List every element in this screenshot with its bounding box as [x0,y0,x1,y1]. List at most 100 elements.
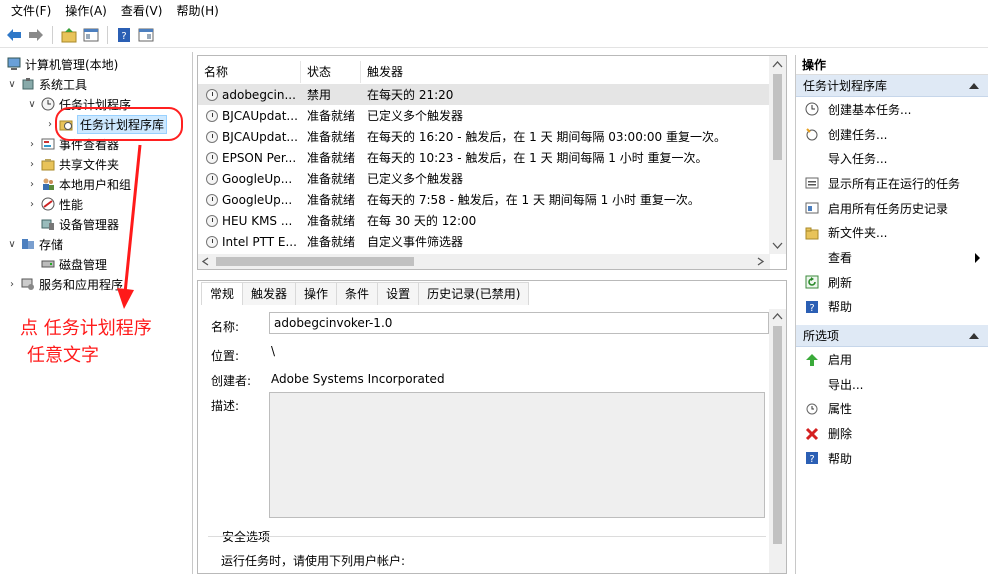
help-icon: ? [804,450,820,466]
chevron-right-icon[interactable]: › [26,199,38,210]
detail-vertical-scrollbar[interactable] [769,309,786,573]
task-name: BJCAUpdat... [222,108,298,123]
task-detail-pane: 常规 触发器 操作 条件 设置 历史记录(已禁用) 名称: adobegcinv… [197,280,787,574]
task-trigger: 在每天的 7:58 - 触发后，在 1 天 期间每隔 1 小时 重复一次。 [367,193,700,207]
export-icon [804,376,820,392]
task-name: Intel PTT E... [222,234,297,249]
description-field[interactable] [269,392,765,518]
action-delete[interactable]: 删除 [796,421,988,446]
action-new-folder[interactable]: 新文件夹... [796,220,988,245]
task-list-header: 名称 状态 触发器 [198,61,770,83]
annotation-text-2: 任意文字 [27,345,99,366]
action-view[interactable]: 查看 [796,245,988,270]
menu-action[interactable]: 操作(A) [58,0,114,22]
toolbar: ? [0,22,988,48]
column-trigger[interactable]: 触发器 [361,61,770,83]
action-enable[interactable]: 启用 [796,347,988,372]
task-status: 准备就绪 [307,151,356,165]
menu-file[interactable]: 文件(F) [4,0,58,22]
action-help-selected[interactable]: ? 帮助 [796,446,988,471]
tab-conditions[interactable]: 条件 [336,282,379,305]
column-status[interactable]: 状态 [301,61,361,83]
table-row[interactable]: HEU KMS ... 准备就绪 在每 30 天的 12:00 [198,210,770,231]
submenu-arrow-icon [975,253,980,264]
task-list-vertical-scrollbar[interactable] [769,56,786,254]
task-status: 准备就绪 [307,130,356,144]
section-selected-item[interactable]: 所选项 [796,325,988,348]
action-pane-icon[interactable] [136,25,156,45]
action-help[interactable]: ? 帮助 [796,295,988,320]
tree-item-performance[interactable]: › 性能 [26,194,83,214]
tab-history[interactable]: 历史记录(已禁用) [418,282,530,305]
table-row[interactable]: Intel PTT E... 准备就绪 自定义事件筛选器 [198,231,770,252]
chevron-right-icon[interactable]: › [26,179,38,190]
table-row[interactable]: GoogleUp... 准备就绪 已定义多个触发器 [198,168,770,189]
tab-actions[interactable]: 操作 [295,282,338,305]
console-tree-icon[interactable] [81,25,101,45]
chevron-right-icon[interactable]: › [26,139,38,150]
tree-item-system-tools[interactable]: ∨ 系统工具 [6,74,87,94]
action-label: 帮助 [828,451,853,466]
section-label: 所选项 [803,329,840,344]
table-row[interactable]: BJCAUpdat... 准备就绪 已定义多个触发器 [198,105,770,126]
help-icon[interactable]: ? [114,25,134,45]
chevron-right-icon[interactable]: › [6,279,18,290]
task-name-field[interactable]: adobegcinvoker-1.0 [269,312,769,334]
action-import-task[interactable]: 导入任务... [796,146,988,171]
section-task-scheduler-library[interactable]: 任务计划程序库 [796,75,988,97]
action-show-running-tasks[interactable]: 显示所有正在运行的任务 [796,171,988,196]
import-icon [804,151,820,167]
menu-bar: 文件(F) 操作(A) 查看(V) 帮助(H) [0,0,988,22]
tree-item-services-apps[interactable]: › 服务和应用程序 [6,274,123,294]
tab-general[interactable]: 常规 [201,282,244,305]
action-properties[interactable]: 属性 [796,397,988,422]
action-create-basic-task[interactable]: 创建基本任务... [796,97,988,122]
task-name: EPSON Per... [222,150,297,165]
chevron-down-icon[interactable]: ∨ [6,239,18,250]
column-name[interactable]: 名称 [198,61,301,83]
action-label: 刷新 [828,275,853,290]
storage-icon [20,236,36,252]
delete-x-icon [804,426,820,442]
task-list-horizontal-scrollbar[interactable] [198,254,770,269]
tree-label: 共享文件夹 [59,157,120,172]
tree-item-storage[interactable]: ∨ 存储 [6,234,63,254]
action-refresh[interactable]: 刷新 [796,270,988,295]
menu-help[interactable]: 帮助(H) [169,0,225,22]
action-label: 属性 [828,402,853,417]
tree-item-device-manager[interactable]: 设备管理器 [38,214,119,234]
annotation-text-1: 点 任务计划程序 [20,318,152,339]
action-label: 新文件夹... [828,226,888,241]
task-clock-icon [206,214,218,227]
action-label: 创建任务... [828,127,888,142]
tree-item-root[interactable]: 计算机管理(本地) [4,54,118,74]
history-icon [804,200,820,216]
tree-item-disk-management[interactable]: 磁盘管理 [38,254,107,274]
task-list: 名称 状态 触发器 adobegcin... 禁用 在每天的 21:20 BJC… [197,55,787,270]
tree-item-shared-folders[interactable]: › 共享文件夹 [26,154,119,174]
action-label: 导入任务... [828,152,888,167]
table-row[interactable]: adobegcin... 禁用 在每天的 21:20 [198,84,770,105]
collapse-icon[interactable] [969,333,979,340]
table-row[interactable]: BJCAUpdat... 准备就绪 在每天的 16:20 - 触发后，在 1 天… [198,126,770,147]
table-row[interactable]: GoogleUp... 准备就绪 在每天的 7:58 - 触发后，在 1 天 期… [198,189,770,210]
action-export[interactable]: 导出... [796,372,988,397]
create-task-icon [804,126,820,142]
table-row[interactable]: EPSON Per... 准备就绪 在每天的 10:23 - 触发后，在 1 天… [198,147,770,168]
tab-settings[interactable]: 设置 [377,282,420,305]
chevron-right-icon[interactable]: › [26,159,38,170]
center-pane: 名称 状态 触发器 adobegcin... 禁用 在每天的 21:20 BJC… [197,55,787,574]
description-label: 描述: [211,399,240,413]
up-folder-icon[interactable] [59,25,79,45]
back-arrow-icon[interactable] [4,25,24,45]
disk-icon [40,256,56,272]
chevron-down-icon[interactable]: ∨ [6,79,18,90]
chevron-down-icon[interactable]: ∨ [26,99,38,110]
action-enable-history[interactable]: 启用所有任务历史记录 [796,196,988,221]
menu-view[interactable]: 查看(V) [114,0,170,22]
forward-arrow-icon[interactable] [26,25,46,45]
collapse-icon[interactable] [969,83,979,89]
action-create-task[interactable]: 创建任务... [796,122,988,147]
task-status: 准备就绪 [307,235,356,249]
tab-triggers[interactable]: 触发器 [242,282,297,305]
